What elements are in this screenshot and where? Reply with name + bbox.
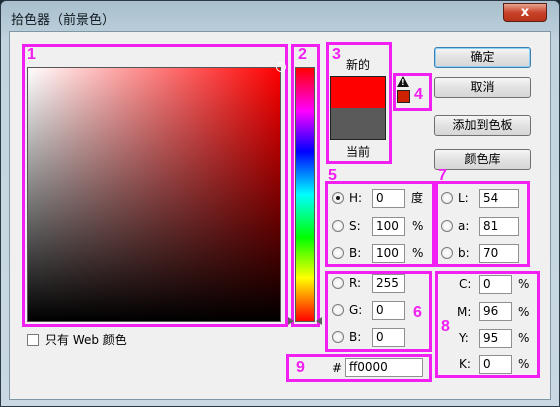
lab-l-radio[interactable] — [441, 192, 453, 204]
green-radio[interactable] — [332, 304, 344, 316]
hue-slider[interactable] — [295, 67, 315, 322]
lab-a-input[interactable]: 81 — [479, 217, 519, 236]
blue-radio[interactable] — [332, 331, 344, 343]
current-color-swatch[interactable] — [330, 108, 386, 140]
magenta-label: M: — [457, 305, 472, 319]
lab-a-radio[interactable] — [441, 220, 453, 232]
cancel-button[interactable]: 取消 — [434, 77, 531, 98]
new-color-label: 新的 — [346, 58, 371, 72]
blue-input[interactable]: 0 — [372, 328, 405, 347]
brightness-unit: % — [412, 246, 424, 260]
add-to-swatches-button[interactable]: 添加到色板 — [434, 115, 531, 136]
saturation-radio[interactable] — [332, 220, 344, 232]
annotation-number-6: 6 — [413, 304, 422, 321]
annotation-number-1: 1 — [27, 46, 36, 63]
red-radio[interactable] — [332, 277, 344, 289]
red-label: R: — [349, 276, 362, 290]
hue-radio[interactable] — [332, 192, 344, 204]
ok-button[interactable]: 确定 — [434, 47, 531, 68]
lab-a-label: a: — [458, 219, 470, 233]
brightness-label: B: — [349, 246, 362, 260]
current-color-label: 当前 — [346, 145, 371, 159]
color-libraries-button[interactable]: 颜色库 — [434, 149, 531, 170]
gamut-warning-swatch[interactable] — [397, 90, 410, 103]
black-label: K: — [459, 357, 471, 371]
color-field-cursor[interactable] — [276, 62, 286, 72]
hue-slider-left-arrow[interactable] — [288, 317, 294, 325]
web-colors-only-label[interactable]: 只有 Web 颜色 — [45, 333, 127, 347]
hue-unit: 度 — [411, 191, 424, 205]
title-bar[interactable]: 拾色器（前景色） x — [1, 1, 559, 31]
blue-label: B: — [349, 330, 362, 344]
annotation-number-4: 4 — [414, 86, 423, 103]
lab-b-label: b: — [458, 246, 470, 260]
window-title: 拾色器（前景色） — [11, 13, 116, 28]
annotation-number-7: 7 — [438, 167, 447, 184]
black-input[interactable]: 0 — [479, 355, 512, 374]
web-colors-only-checkbox[interactable] — [27, 334, 39, 346]
hex-prefix: # — [332, 361, 343, 375]
lab-l-input[interactable]: 54 — [479, 189, 519, 208]
lab-b-input[interactable]: 70 — [479, 244, 519, 263]
hex-input[interactable]: ff0000 — [345, 358, 423, 377]
hue-input[interactable]: 0 — [372, 189, 405, 208]
lab-l-label: L: — [458, 191, 469, 205]
saturation-unit: % — [412, 219, 424, 233]
gamut-warning-glyph: ! — [401, 78, 405, 87]
hue-slider-right-arrow[interactable] — [316, 317, 322, 325]
cyan-unit: % — [518, 277, 530, 291]
annotation-number-3: 3 — [332, 46, 341, 63]
green-label: G: — [349, 303, 363, 317]
annotation-number-8: 8 — [441, 318, 450, 335]
yellow-input[interactable]: 95 — [479, 329, 512, 348]
lab-b-radio[interactable] — [441, 247, 453, 259]
annotation-number-9: 9 — [296, 359, 305, 376]
annotation-number-2: 2 — [298, 46, 307, 63]
brightness-input[interactable]: 100 — [372, 244, 405, 263]
cyan-label: C: — [459, 277, 472, 291]
saturation-brightness-field[interactable] — [27, 67, 281, 322]
magenta-unit: % — [518, 305, 530, 319]
red-input[interactable]: 255 — [372, 274, 405, 293]
green-input[interactable]: 0 — [372, 301, 405, 320]
cyan-input[interactable]: 0 — [479, 275, 512, 294]
magenta-input[interactable]: 96 — [479, 302, 512, 321]
hue-label: H: — [349, 191, 363, 205]
close-button[interactable]: x — [503, 3, 547, 22]
yellow-unit: % — [518, 331, 530, 345]
new-color-swatch — [330, 76, 386, 108]
black-unit: % — [518, 357, 530, 371]
saturation-label: S: — [349, 219, 361, 233]
annotation-number-5: 5 — [328, 167, 337, 184]
saturation-input[interactable]: 100 — [372, 217, 405, 236]
yellow-label: Y: — [459, 331, 469, 345]
brightness-radio[interactable] — [332, 247, 344, 259]
